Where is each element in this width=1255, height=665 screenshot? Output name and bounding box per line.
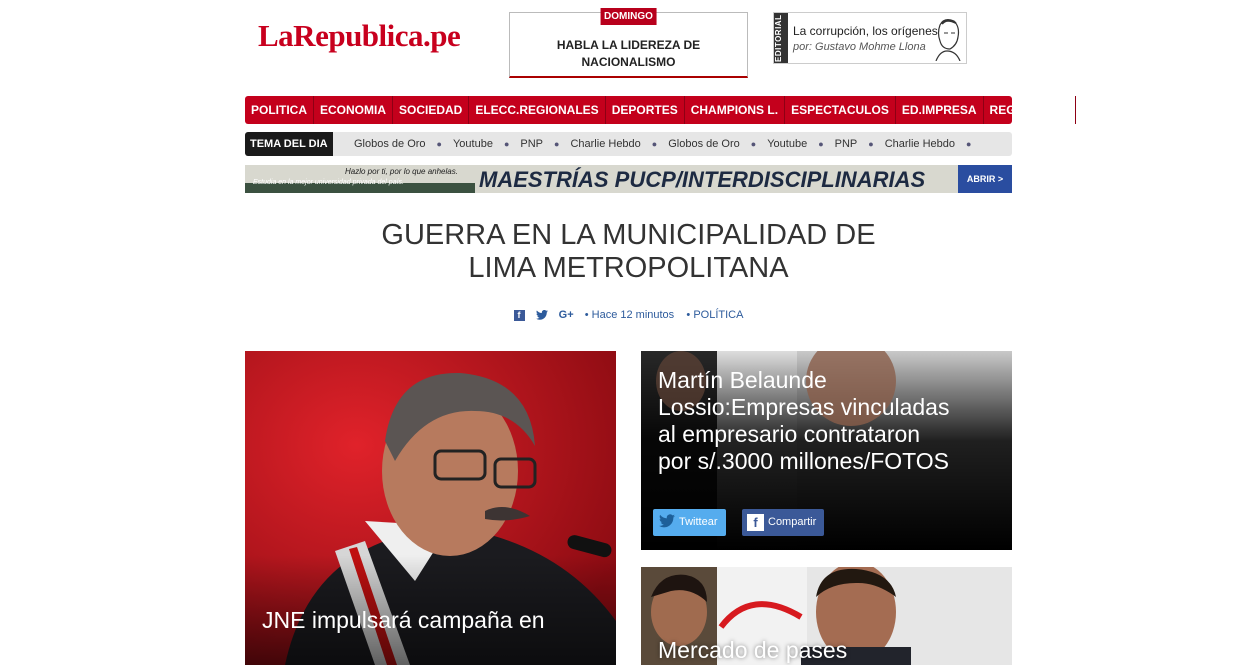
belaunde-story-card[interactable]: Martín Belaunde Lossio:Empresas vinculad… — [641, 351, 1012, 550]
tema-item[interactable]: PNP — [835, 138, 858, 150]
facebook-icon[interactable]: f — [513, 309, 525, 321]
bullet-separator: ● — [966, 139, 972, 149]
twitter-icon[interactable] — [535, 309, 548, 321]
belaunde-story-title[interactable]: Martín Belaunde Lossio:Empresas vinculad… — [658, 367, 958, 475]
headline-line2: LIMA METROPOLITANA — [468, 252, 789, 284]
nav-item-regionales[interactable]: REGIONALES — [984, 96, 1076, 124]
facebook-f-icon: f — [747, 514, 764, 531]
tema-item[interactable]: PNP — [520, 138, 543, 150]
bullet-separator: ● — [750, 139, 757, 149]
nav-item-mas-secciones[interactable]: MAS SECCIONES — [1076, 96, 1189, 124]
tema-item[interactable]: Globos de Oro — [354, 138, 426, 150]
nav-item-elecc-regionales[interactable]: ELECC.REGIONALES — [469, 96, 606, 124]
banner-line2: Estudia en la mejor universidad privada … — [253, 179, 404, 186]
domingo-tag: DOMINGO — [600, 8, 657, 25]
site-logo[interactable]: LaRepublica.pe — [258, 18, 461, 54]
domingo-promo[interactable]: DOMINGO HABLA LA LIDEREZA DE NACIONALISM… — [509, 8, 748, 78]
google-plus-icon[interactable]: G+ — [559, 309, 574, 321]
tema-item[interactable]: Charlie Hebdo — [570, 138, 640, 150]
editorial-byline: por: Gustavo Mohme Llona — [793, 41, 926, 53]
banner-headline: MAESTRÍAS PUCP/INTERDISCIPLINARIAS — [479, 167, 926, 192]
main-story-title[interactable]: JNE impulsará campaña en — [262, 607, 562, 634]
banner-line1: Hazlo por ti, por lo que anhelas. — [345, 167, 458, 176]
bullet-separator: ● — [868, 139, 874, 149]
tema-items: Globos de Oro ● Youtube ● PNP ● Charlie Hebdo ●… — [345, 132, 973, 156]
banner-open-button[interactable]: ABRIR > — [958, 165, 1012, 193]
main-story-card[interactable]: JNE impulsará campaña en — [245, 351, 616, 665]
tema-del-dia-label: TEMA DEL DIA — [245, 132, 333, 156]
author-portrait-icon — [935, 19, 961, 61]
share-facebook-button[interactable]: f Compartir — [742, 509, 825, 536]
tema-item[interactable]: Globos de Oro — [668, 138, 740, 150]
tweet-button-label: Twittear — [679, 516, 718, 528]
bullet-separator: ● — [651, 139, 658, 149]
nav-item-sociedad[interactable]: SOCIEDAD — [393, 96, 470, 124]
headline-line1: GUERRA EN LA MUNICIPALIDAD DE — [381, 219, 876, 251]
article-headline: GUERRA EN LA MUNICIPALIDAD DE LIMA METRO… — [245, 219, 1012, 285]
promo-text[interactable]: HABLA LA LIDEREZA DE NACIONALISMO — [510, 37, 747, 71]
article-meta: f G+ • Hace 12 minutos • POLÍTICA — [245, 309, 1012, 321]
nav-item-ed-impresa[interactable]: ED.IMPRESA — [896, 96, 984, 124]
editorial-box[interactable]: EDITORIAL La corrupción, los orígenes po… — [773, 12, 967, 64]
mercado-story-card[interactable]: Mercado de pases — [641, 567, 1012, 665]
editorial-tag: EDITORIAL — [774, 13, 788, 63]
bullet-separator: ● — [554, 139, 560, 149]
nav-item-economia[interactable]: ECONOMIA — [314, 96, 393, 124]
pucp-banner-ad[interactable]: Hazlo por ti, por lo que anhelas. Estudi… — [245, 165, 1012, 193]
nav-item-champions-l[interactable]: CHAMPIONS L. — [685, 96, 786, 124]
nav-item-deportes[interactable]: DEPORTES — [606, 96, 685, 124]
tema-item[interactable]: Youtube — [767, 138, 807, 150]
article-section[interactable]: • POLÍTICA — [686, 309, 743, 321]
nav-item-espectaculos[interactable]: ESPECTACULOS — [785, 96, 896, 124]
editorial-title[interactable]: La corrupción, los orígenes — [793, 24, 938, 38]
tema-del-dia-bar: TEMA DEL DIA Globos de Oro ● Youtube ● PNP ● C… — [245, 132, 1012, 156]
main-nav: POLITICA ECONOMIA SOCIEDAD ELECC.REGIONALES… — [245, 96, 1183, 124]
mercado-story-title[interactable]: Mercado de pases — [658, 637, 847, 664]
twitter-bird-icon — [658, 514, 675, 531]
bullet-separator: ● — [818, 139, 824, 149]
tema-item[interactable]: Youtube — [453, 138, 493, 150]
nav-item-politica[interactable]: POLITICA — [245, 96, 314, 124]
tweet-button[interactable]: Twittear — [653, 509, 726, 536]
bullet-separator: ● — [503, 139, 510, 149]
tema-item[interactable]: Charlie Hebdo — [885, 138, 955, 150]
article-time: • Hace 12 minutos — [584, 309, 675, 321]
share-button-label: Compartir — [768, 516, 817, 528]
bullet-separator: ● — [436, 139, 442, 149]
